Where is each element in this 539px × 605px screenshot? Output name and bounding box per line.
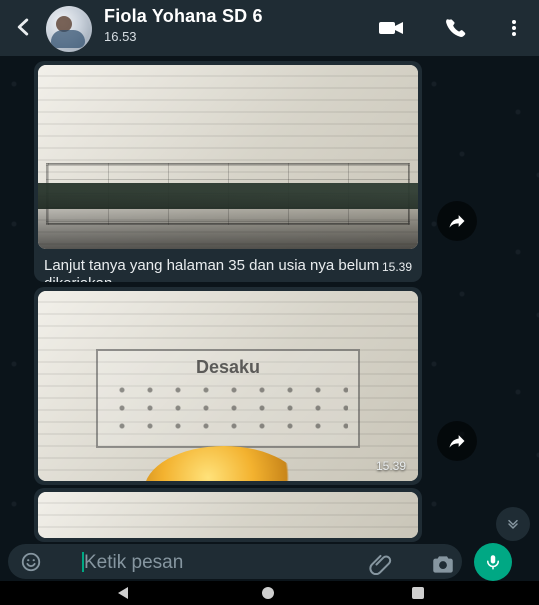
call-button[interactable] <box>441 16 469 40</box>
attach-button[interactable] <box>368 552 392 576</box>
worksheet-dots <box>108 381 348 436</box>
contact-info[interactable]: Fiola Yohana SD 6 16.53 <box>104 6 263 44</box>
message-bubble[interactable]: Desaku 15.39 <box>34 287 422 485</box>
mic-button[interactable] <box>474 543 512 581</box>
back-arrow-icon <box>17 18 29 36</box>
emoji-icon <box>21 552 41 572</box>
forward-button[interactable] <box>437 421 477 461</box>
chat-area[interactable]: Lanjut tanya yang halaman 35 dan usia ny… <box>0 56 539 542</box>
message-input[interactable]: Ketik pesan <box>8 544 462 579</box>
message-composer: Ketik pesan <box>0 542 539 581</box>
message-image[interactable] <box>38 492 418 538</box>
scroll-down-button[interactable] <box>496 507 530 541</box>
nav-back-button[interactable] <box>118 587 128 599</box>
worksheet-title: Desaku <box>195 357 261 377</box>
contact-name: Fiola Yohana SD 6 <box>104 6 263 26</box>
message-image[interactable]: Desaku <box>38 291 418 481</box>
video-call-button[interactable] <box>377 16 405 40</box>
more-vert-icon <box>512 20 516 36</box>
camera-icon <box>433 556 453 573</box>
phone-call-icon <box>446 19 466 37</box>
forward-icon <box>449 215 465 228</box>
message-bubble[interactable]: Lanjut tanya yang halaman 35 dan usia ny… <box>34 61 422 282</box>
double-chevron-down-icon <box>508 519 518 529</box>
more-options-button[interactable] <box>505 16 523 40</box>
image-shade <box>38 191 418 249</box>
forward-icon <box>449 435 465 448</box>
nav-home-button[interactable] <box>262 587 274 599</box>
message-bubble[interactable] <box>34 488 422 542</box>
mic-icon <box>487 555 499 570</box>
emoji-button[interactable] <box>20 551 42 573</box>
android-navbar <box>0 581 539 605</box>
camera-button[interactable] <box>430 551 456 577</box>
message-placeholder: Ketik pesan <box>84 552 184 573</box>
message-image[interactable] <box>38 65 418 249</box>
worksheet-box: Desaku <box>96 349 360 448</box>
message-time: 15.39 <box>375 459 406 473</box>
worksheet-photo <box>38 492 418 538</box>
avatar[interactable] <box>46 6 92 52</box>
contact-last-seen: 16.53 <box>104 29 137 44</box>
nav-recents-button[interactable] <box>412 587 424 599</box>
message-time: 15.39 <box>381 260 412 274</box>
message-caption: Lanjut tanya yang halaman 35 dan usia ny… <box>44 257 380 282</box>
back-button[interactable] <box>10 14 36 40</box>
video-call-icon <box>379 22 403 34</box>
attach-icon <box>369 554 392 576</box>
chat-header: Fiola Yohana SD 6 16.53 <box>0 0 539 56</box>
forward-button[interactable] <box>437 201 477 241</box>
